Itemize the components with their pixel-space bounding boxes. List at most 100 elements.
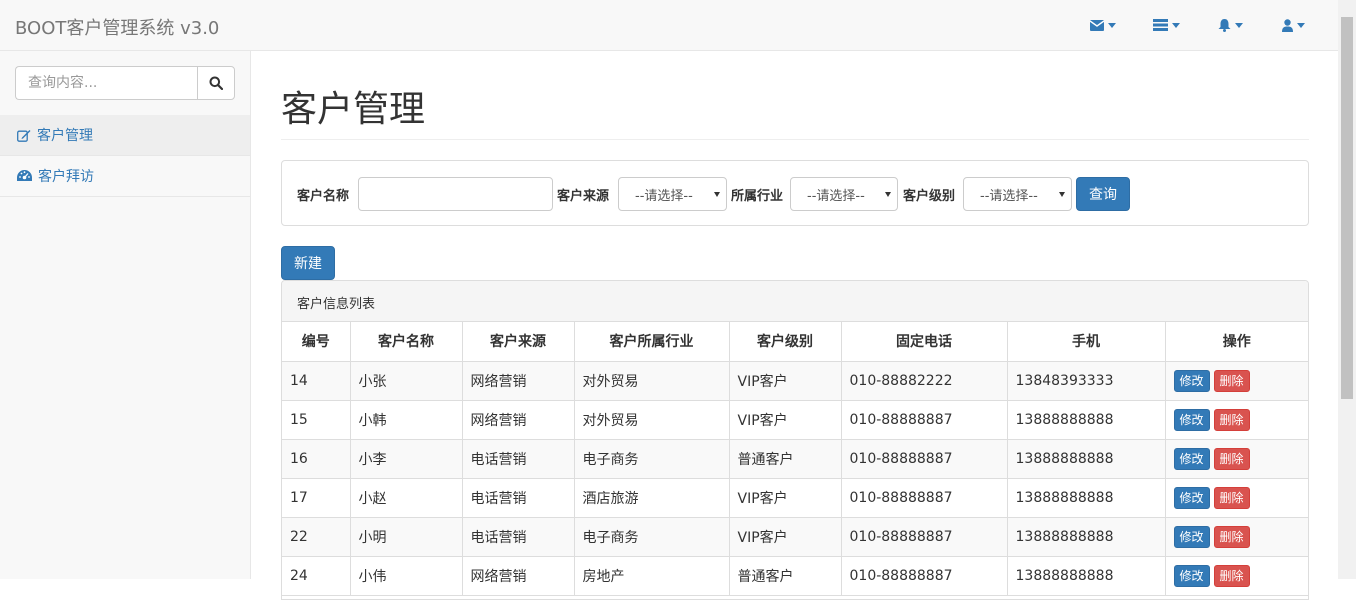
customer-source-select[interactable]: --请选择-- [618,177,727,211]
delete-button[interactable]: 删除 [1213,369,1250,392]
customer-source-value: --请选择-- [635,188,693,204]
caret-down-icon [1172,22,1180,28]
column-header: 客户来源 [462,322,575,362]
table-cell: 小韩 [350,400,463,440]
table-cell: 13888888888 [1007,439,1166,479]
edit-button[interactable]: 修改 [1173,564,1210,587]
delete-button[interactable]: 删除 [1213,525,1250,548]
tasks-dropdown[interactable] [1153,17,1180,33]
row-actions: 修改 删除 [1173,564,1309,587]
sidebar-item-label: 客户拜访 [38,169,94,185]
table-cell-actions: 修改 删除 [1165,361,1309,401]
table-cell: 16 [282,439,351,479]
table-row: 24 小伟 网络营销 房地产 普通客户 010-88888887 13888888888 修改… [282,556,1309,596]
app-brand[interactable]: BOOT客户管理系统 v3.0 [15,14,219,40]
row-actions: 修改 删除 [1173,369,1309,392]
table-cell: 对外贸易 [574,361,730,401]
tasks-icon [1153,19,1168,31]
bell-icon [1218,18,1231,32]
page-scrollbar[interactable] [1338,0,1356,579]
table-cell-actions: 修改 删除 [1165,439,1309,479]
table-cell: 22 [282,517,351,557]
delete-button[interactable]: 删除 [1213,408,1250,431]
edit-button[interactable]: 修改 [1173,369,1210,392]
row-actions: 修改 删除 [1173,447,1309,470]
table-cell: 010-88888887 [841,478,1008,518]
customer-name-label: 客户名称 [297,189,350,204]
table-cell: 小赵 [350,478,463,518]
page-header: 客户管理 [281,88,1309,140]
select-arrow-icon [714,192,720,197]
table-cell: 电子商务 [574,439,730,479]
row-actions: 修改 删除 [1173,486,1309,509]
industry-select[interactable]: --请选择-- [790,177,898,211]
table-cell: 13888888888 [1007,556,1166,596]
table-cell: 15 [282,400,351,440]
table-cell: 电话营销 [462,439,575,479]
table-header-row: 编号 客户名称 客户来源 客户所属行业 客户级别 固定电话 手机 操作 [282,322,1308,362]
messages-dropdown[interactable] [1090,17,1116,33]
table-cell: 网络营销 [462,361,575,401]
sidebar-search [15,66,235,100]
table-cell-actions: 修改 删除 [1165,478,1309,518]
column-header: 客户名称 [350,322,463,362]
table-cell: 13888888888 [1007,478,1166,518]
customer-table: 编号 客户名称 客户来源 客户所属行业 客户级别 固定电话 手机 操作 14 小张… [282,322,1308,596]
table-cell: VIP客户 [729,400,842,440]
delete-button[interactable]: 删除 [1213,447,1250,470]
table-cell: VIP客户 [729,478,842,518]
table-cell: 网络营销 [462,400,575,440]
table-cell: 房地产 [574,556,730,596]
new-customer-button[interactable]: 新建 [281,246,335,280]
table-cell: 010-88882222 [841,361,1008,401]
table-cell: 010-88888887 [841,556,1008,596]
table-cell: 对外贸易 [574,400,730,440]
search-submit-button[interactable]: 查询 [1076,177,1130,211]
sidebar-item-customer-management[interactable]: 客户管理 [0,115,250,156]
scrollbar-thumb[interactable] [1341,17,1353,399]
top-navbar: BOOT客户管理系统 v3.0 [0,0,1338,51]
alerts-dropdown[interactable] [1218,17,1243,33]
table-cell-actions: 修改 删除 [1165,517,1309,557]
filter-form: 客户名称 客户来源 --请选择-- 所属行业 --请选择-- 客户级别 --请选… [281,160,1309,226]
table-cell: 010-88888887 [841,439,1008,479]
table-cell: 小明 [350,517,463,557]
column-header: 客户所属行业 [574,322,730,362]
table-cell: 13848393333 [1007,361,1166,401]
table-cell: 14 [282,361,351,401]
customer-level-select[interactable]: --请选择-- [963,177,1072,211]
table-cell: 13888888888 [1007,517,1166,557]
edit-button[interactable]: 修改 [1173,447,1210,470]
table-cell: 电话营销 [462,478,575,518]
edit-button[interactable]: 修改 [1173,486,1210,509]
search-button[interactable] [197,66,235,100]
delete-button[interactable]: 删除 [1213,486,1250,509]
table-cell: 24 [282,556,351,596]
table-cell: 小李 [350,439,463,479]
customer-list-panel: 客户信息列表 编号 客户名称 客户来源 客户所属行业 客户级别 固定电话 手机 … [281,280,1309,600]
envelope-icon [1090,19,1104,31]
select-arrow-icon [885,192,891,197]
table-cell: 普通客户 [729,439,842,479]
customer-name-input[interactable] [358,177,553,211]
table-row: 22 小明 电话营销 电子商务 VIP客户 010-88888887 13888888888… [282,517,1309,557]
user-dropdown[interactable] [1282,17,1305,33]
caret-down-icon [1108,22,1116,28]
table-row: 15 小韩 网络营销 对外贸易 VIP客户 010-88888887 13888888888… [282,400,1308,440]
table-cell: 小伟 [350,556,463,596]
search-input[interactable] [15,66,197,100]
caret-down-icon [1235,22,1243,28]
row-actions: 修改 删除 [1173,525,1309,548]
sidebar: 客户管理 客户拜访 [0,51,251,579]
edit-button[interactable]: 修改 [1173,525,1210,548]
delete-button[interactable]: 删除 [1213,564,1250,587]
dashboard-icon [17,170,32,181]
table-cell: 电子商务 [574,517,730,557]
sidebar-item-customer-visits[interactable]: 客户拜访 [0,156,250,197]
table-cell: 小张 [350,361,463,401]
table-cell-actions: 修改 删除 [1165,400,1308,440]
table-cell: 酒店旅游 [574,478,730,518]
edit-button[interactable]: 修改 [1173,408,1210,431]
table-cell: VIP客户 [729,361,842,401]
panel-heading: 客户信息列表 [282,281,1308,322]
